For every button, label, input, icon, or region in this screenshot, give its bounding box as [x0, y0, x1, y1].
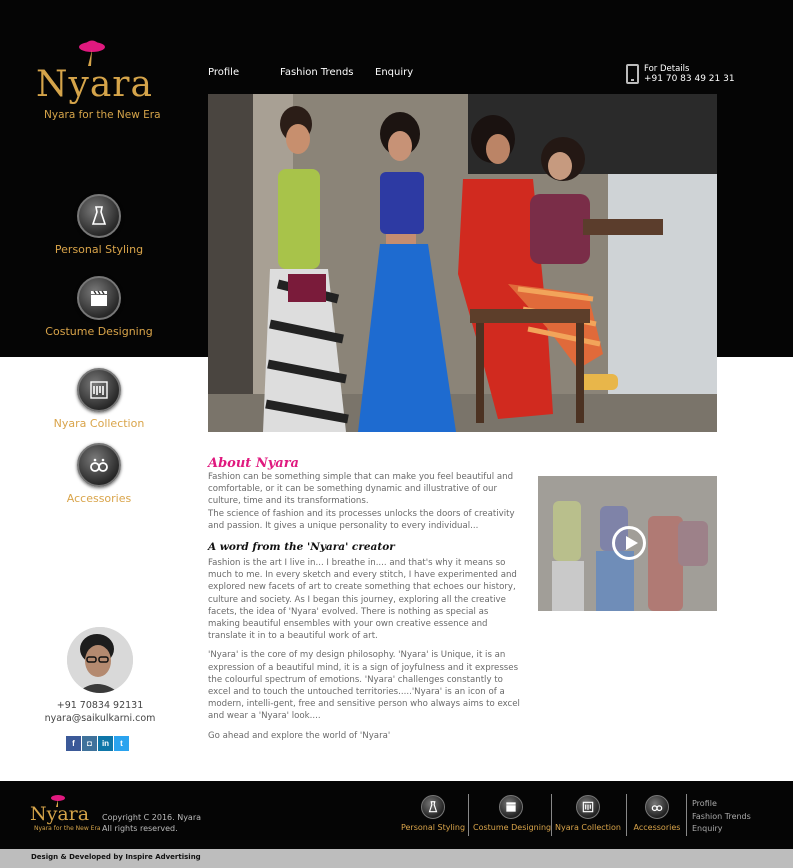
- creator-paragraph: Go ahead and explore the world of 'Nyara…: [208, 730, 391, 741]
- hero-photo: [208, 94, 717, 432]
- play-button[interactable]: [612, 526, 646, 560]
- footer-links: Profile Fashion Trends Enquiry: [692, 798, 751, 836]
- creator-paragraph: 'Nyara' is the core of my design philoso…: [208, 650, 520, 722]
- clothes-rack-icon: [576, 795, 600, 819]
- earrings-icon: [645, 795, 669, 819]
- social-links: f ◘ in t: [66, 736, 129, 752]
- clapperboard-icon: [499, 795, 523, 819]
- brand-logo[interactable]: Nyara Nyara for the New Era: [34, 38, 166, 128]
- profile-email[interactable]: nyara@saikulkarni.com: [30, 712, 170, 725]
- contact-details: For Details +91 70 83 49 21 31: [626, 64, 735, 86]
- dress-icon: [421, 795, 445, 819]
- footer-tagline: Nyara for the New Era: [34, 825, 101, 832]
- video-player[interactable]: [538, 476, 717, 611]
- footer-costume-designing[interactable]: Costume Designing: [473, 795, 552, 832]
- about-title: About Nyara: [208, 456, 299, 471]
- credit-bar: Design & Developed by Inspire Advertisin…: [0, 849, 793, 868]
- footer-item-label: Personal Styling: [400, 823, 466, 832]
- footer-link-enquiry[interactable]: Enquiry: [692, 823, 751, 836]
- credit-text[interactable]: Design & Developed by Inspire Advertisin…: [31, 853, 201, 861]
- side-label: Nyara Collection: [53, 417, 145, 430]
- nav-fashion-trends[interactable]: Fashion Trends: [280, 67, 354, 78]
- dress-icon: [77, 194, 121, 238]
- footer-logo[interactable]: Nyara Nyara for the New Era: [30, 793, 101, 837]
- footer-item-label: Costume Designing: [473, 823, 552, 832]
- copyright: Copyright C 2016. Nyara All rights reser…: [102, 812, 201, 834]
- contact-label: For Details: [644, 64, 690, 74]
- side-nyara-collection[interactable]: Nyara Collection: [39, 368, 159, 430]
- creator-paragraph: Fashion is the art I live in... I breath…: [208, 558, 517, 642]
- nav-enquiry[interactable]: Enquiry: [375, 67, 413, 78]
- side-label: Costume Designing: [45, 325, 153, 338]
- footer-personal-styling[interactable]: Personal Styling: [395, 795, 471, 832]
- footer-accessories[interactable]: Accessories: [619, 795, 695, 832]
- copyright-line: Copyright C 2016. Nyara: [102, 813, 202, 822]
- divider: [686, 794, 687, 836]
- about-paragraph: Fashion can be something simple that can…: [208, 472, 514, 507]
- side-personal-styling[interactable]: Personal Styling: [39, 194, 159, 256]
- side-label: Accessories: [66, 492, 132, 505]
- footer: Nyara Nyara for the New Era Copyright C …: [0, 781, 793, 849]
- profile-phone: +91 70834 92131: [56, 700, 144, 711]
- divider: [468, 794, 469, 836]
- footer-item-label: Nyara Collection: [555, 823, 621, 832]
- phone-icon: [626, 64, 639, 84]
- about-paragraph: The science of fashion and its processes…: [208, 508, 515, 531]
- side-costume-designing[interactable]: Costume Designing: [39, 276, 159, 338]
- profile-info: +91 70834 92131 nyara@saikulkarni.com: [30, 699, 170, 725]
- footer-item-label: Accessories: [633, 823, 681, 832]
- nav-profile[interactable]: Profile: [208, 67, 239, 78]
- footer-nyara-collection[interactable]: Nyara Collection: [550, 795, 626, 832]
- about-section: About Nyara Fashion can be something sim…: [208, 456, 520, 742]
- clapperboard-icon: [77, 276, 121, 320]
- page: Nyara Nyara for the New Era Profile Fash…: [0, 0, 793, 868]
- side-label: Personal Styling: [54, 243, 144, 256]
- linkedin-icon[interactable]: in: [98, 736, 113, 751]
- brand-tagline: Nyara for the New Era: [44, 109, 161, 121]
- instagram-icon[interactable]: ◘: [82, 736, 97, 751]
- clothes-rack-icon: [77, 368, 121, 412]
- copyright-line: All rights reserved.: [102, 824, 178, 833]
- avatar: [67, 627, 133, 693]
- twitter-icon[interactable]: t: [114, 736, 129, 751]
- footer-link-profile[interactable]: Profile: [692, 798, 751, 811]
- earrings-icon: [77, 443, 121, 487]
- footer-brand: Nyara: [30, 803, 90, 825]
- footer-link-fashion-trends[interactable]: Fashion Trends: [692, 811, 751, 824]
- creator-heading: A word from the 'Nyara' creator: [208, 541, 395, 554]
- facebook-icon[interactable]: f: [66, 736, 81, 751]
- hat-icon: [79, 40, 105, 66]
- contact-phone: +91 70 83 49 21 31: [644, 74, 735, 84]
- brand-name: Nyara: [36, 64, 153, 105]
- side-accessories[interactable]: Accessories: [39, 443, 159, 505]
